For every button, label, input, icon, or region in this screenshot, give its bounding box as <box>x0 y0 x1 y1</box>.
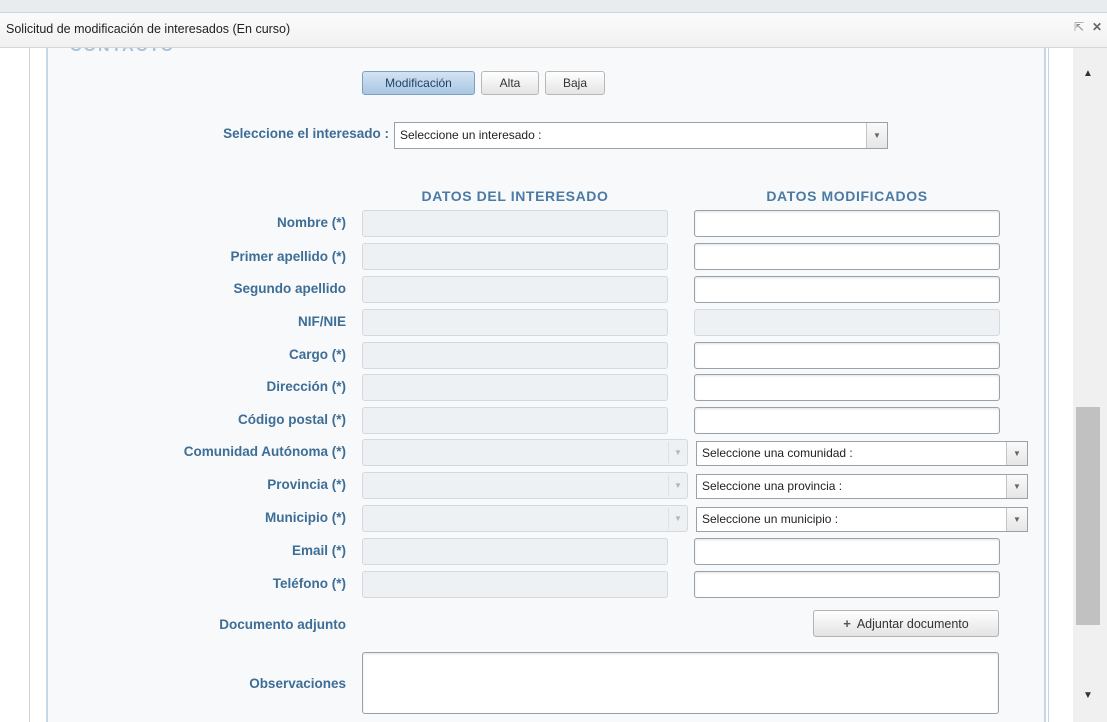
nif-original <box>362 309 668 336</box>
comunidad-select[interactable]: Seleccione una comunidad : ▼ <box>696 441 1028 466</box>
chevron-down-icon: ▼ <box>1006 475 1027 498</box>
chevron-down-icon: ▼ <box>668 442 687 463</box>
dialog-titlebar: Solicitud de modificación de interesados… <box>0 13 1107 48</box>
telefono-original <box>362 571 668 598</box>
provincia-select[interactable]: Seleccione una provincia : ▼ <box>696 474 1028 499</box>
label-nombre: Nombre (*) <box>276 215 346 230</box>
interesado-select-value: Seleccione un interesado : <box>400 128 542 142</box>
plus-icon: + <box>843 616 851 631</box>
chevron-down-icon: ▼ <box>668 475 687 496</box>
label-codigo-postal: Código postal (*) <box>238 412 346 427</box>
observaciones-textarea[interactable] <box>362 652 999 714</box>
nif-input <box>694 309 1000 336</box>
popout-icon[interactable]: ⇱ <box>1074 20 1084 34</box>
label-segundo-apellido: Segundo apellido <box>233 281 346 296</box>
tab-modificacion[interactable]: Modificación <box>362 71 475 95</box>
email-original <box>362 538 668 565</box>
column-header-interesado: DATOS DEL INTERESADO <box>421 188 609 204</box>
scroll-thumb[interactable] <box>1076 407 1100 625</box>
codigo-postal-original <box>362 407 668 434</box>
municipio-original: ▼ <box>362 505 688 532</box>
primer-apellido-input[interactable] <box>694 243 1000 270</box>
tab-baja[interactable]: Baja <box>545 71 605 95</box>
email-input[interactable] <box>694 538 1000 565</box>
close-icon[interactable]: ✕ <box>1092 20 1102 34</box>
cargo-input[interactable] <box>694 342 1000 369</box>
background-page-strip <box>0 0 1107 13</box>
codigo-postal-input[interactable] <box>694 407 1000 434</box>
nombre-original <box>362 210 668 237</box>
municipio-select-value: Seleccione un municipio : <box>702 512 839 526</box>
selector-label: Seleccione el interesado : <box>223 126 389 141</box>
provincia-original: ▼ <box>362 472 688 499</box>
interesado-select[interactable]: Seleccione un interesado : ▼ <box>394 122 888 149</box>
column-header-modificados: DATOS MODIFICADOS <box>766 188 928 204</box>
tab-alta[interactable]: Alta <box>481 71 539 95</box>
chevron-down-icon: ▼ <box>1006 508 1027 531</box>
direccion-input[interactable] <box>694 374 1000 401</box>
adjuntar-documento-button[interactable]: + Adjuntar documento <box>813 610 999 637</box>
label-email: Email (*) <box>291 543 346 558</box>
label-observaciones: Observaciones <box>249 676 346 691</box>
segundo-apellido-input[interactable] <box>694 276 1000 303</box>
label-nif: NIF/NIE <box>297 314 346 329</box>
chevron-down-icon: ▼ <box>668 508 687 529</box>
provincia-select-value: Seleccione una provincia : <box>702 479 843 493</box>
cargo-original <box>362 342 668 369</box>
segundo-apellido-original <box>362 276 668 303</box>
nombre-input[interactable] <box>694 210 1000 237</box>
comunidad-original: ▼ <box>362 439 688 466</box>
chevron-down-icon: ▼ <box>866 123 887 148</box>
label-documento-adjunto: Documento adjunto <box>219 617 346 632</box>
label-primer-apellido: Primer apellido (*) <box>230 249 346 264</box>
dialog-content: CONTACTO Modificación Alta Baja Seleccio… <box>0 48 1072 722</box>
direccion-original <box>362 374 668 401</box>
label-provincia: Provincia (*) <box>267 477 346 492</box>
label-telefono: Teléfono (*) <box>272 576 346 591</box>
dialog-title: Solicitud de modificación de interesados… <box>6 22 291 36</box>
chevron-down-icon: ▼ <box>1006 442 1027 465</box>
label-cargo: Cargo (*) <box>289 347 346 362</box>
label-municipio: Municipio (*) <box>265 510 346 525</box>
municipio-select[interactable]: Seleccione un municipio : ▼ <box>696 507 1028 532</box>
label-comunidad: Comunidad Autónoma (*) <box>183 444 346 459</box>
scroll-up-icon[interactable]: ▲ <box>1083 68 1093 79</box>
primer-apellido-original <box>362 243 668 270</box>
scroll-down-icon[interactable]: ▼ <box>1083 690 1093 701</box>
vertical-scrollbar[interactable]: ▲ ▼ <box>1073 48 1107 722</box>
telefono-input[interactable] <box>694 571 1000 598</box>
label-direccion: Dirección (*) <box>266 379 346 394</box>
section-title-fragment: CONTACTO <box>70 48 175 56</box>
comunidad-select-value: Seleccione una comunidad : <box>702 446 853 460</box>
